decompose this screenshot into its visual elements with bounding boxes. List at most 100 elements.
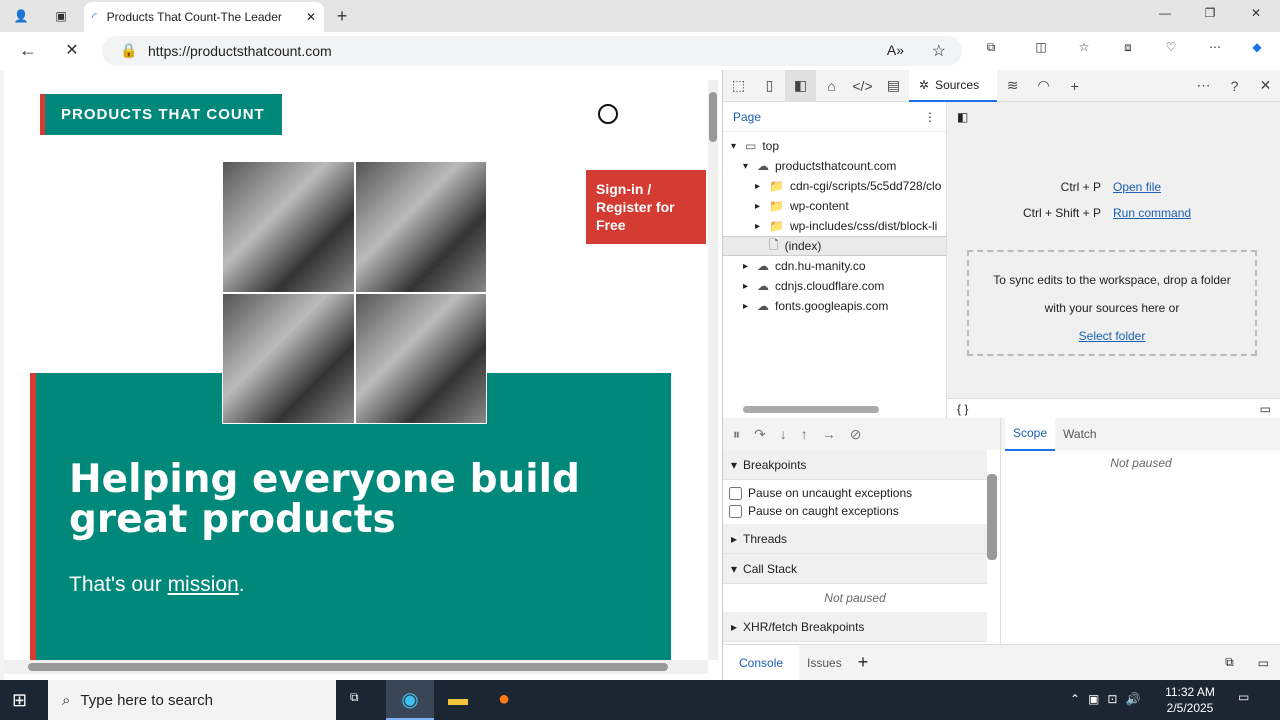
expand-arrow-icon[interactable]: ▸ bbox=[755, 181, 763, 192]
xhr-section[interactable]: ▸ XHR/fetch Breakpoints bbox=[723, 612, 987, 642]
welcome-home-icon[interactable]: ⌂ bbox=[816, 70, 847, 102]
select-folder-link[interactable]: Select folder bbox=[1079, 329, 1146, 343]
system-tray-icons[interactable]: ⌃▣⊡🔊 bbox=[1070, 692, 1148, 706]
tab-issues[interactable]: Issues bbox=[799, 656, 850, 670]
threads-section[interactable]: ▸ Threads bbox=[723, 524, 987, 554]
expand-arrow-icon[interactable]: ▾ bbox=[743, 161, 751, 172]
firefox-icon[interactable]: ● bbox=[498, 688, 510, 711]
tab-sources[interactable]: ✲ Sources bbox=[909, 69, 998, 102]
call-stack-section[interactable]: ▾ Call Stack bbox=[723, 554, 987, 584]
more-tools-icon[interactable]: + bbox=[1059, 70, 1090, 102]
file-explorer-icon[interactable]: ▬ bbox=[448, 688, 468, 711]
browser-tab[interactable]: ◜ Products That Count-The Leader ✕ bbox=[84, 2, 324, 32]
task-view-icon[interactable]: ⧉ bbox=[350, 690, 359, 705]
tree-item[interactable]: ▸ ☁ cdnjs.cloudflare.com bbox=[723, 276, 946, 296]
checkbox[interactable] bbox=[729, 486, 742, 500]
performance-icon[interactable]: ♡ bbox=[1160, 40, 1182, 54]
tree-item[interactable]: 🗋 (index) bbox=[723, 236, 946, 256]
tab-scope[interactable]: Scope bbox=[1005, 416, 1056, 451]
notifications-icon[interactable]: ▭ bbox=[1238, 690, 1249, 704]
new-tab-icon[interactable]: + bbox=[330, 4, 354, 28]
run-command-link[interactable]: Run command bbox=[1113, 206, 1191, 220]
collections-icon[interactable]: ⧈ bbox=[1117, 40, 1139, 55]
edge-taskbar-icon[interactable]: ◉ bbox=[386, 680, 434, 720]
add-tab-icon[interactable]: + bbox=[850, 652, 877, 673]
pause-caught-checkbox[interactable]: Pause on caught exceptions bbox=[729, 502, 981, 520]
horizontal-scrollbar[interactable] bbox=[4, 660, 708, 674]
undock-drawer-icon[interactable]: ⧉ bbox=[1213, 655, 1246, 670]
open-file-link[interactable]: Open file bbox=[1113, 180, 1161, 194]
expand-arrow-icon[interactable]: ▸ bbox=[755, 221, 763, 232]
pretty-print-icon[interactable]: { } bbox=[957, 402, 968, 416]
tab-page[interactable]: Page bbox=[733, 110, 761, 124]
editor-footer: { } ▭ bbox=[947, 398, 1280, 418]
split-icon[interactable]: ◫ bbox=[1030, 40, 1052, 54]
navigator-hscroll[interactable] bbox=[723, 402, 947, 416]
expand-arrow-icon[interactable] bbox=[755, 241, 763, 252]
back-icon[interactable]: ← bbox=[16, 40, 40, 61]
tree-item[interactable]: ▸ 📁 cdn-cgi/scripts/5c5dd728/clo bbox=[723, 176, 946, 196]
more-options-icon[interactable]: ⋮ bbox=[924, 110, 936, 124]
expand-arrow-icon[interactable]: ▸ bbox=[755, 201, 763, 212]
step-into-icon[interactable]: ↓ bbox=[780, 426, 787, 442]
expand-arrow-icon[interactable]: ▾ bbox=[731, 141, 739, 152]
close-devtools-icon[interactable]: ✕ bbox=[1250, 70, 1280, 102]
expand-arrow-icon[interactable]: ▸ bbox=[743, 281, 751, 292]
vertical-scrollbar[interactable] bbox=[708, 80, 718, 660]
tree-item[interactable]: ▾ ▭ top bbox=[723, 136, 946, 156]
clock[interactable]: 11:32 AM 2/5/2025 bbox=[1160, 684, 1220, 716]
favorites-icon[interactable]: ☆ bbox=[1073, 40, 1095, 54]
more-icon[interactable]: ⋯ bbox=[1204, 40, 1226, 54]
read-aloud-icon[interactable]: A» bbox=[887, 42, 904, 58]
taskbar-search[interactable]: ⌕ Type here to search bbox=[48, 680, 336, 720]
elements-icon[interactable]: </> bbox=[847, 70, 878, 102]
tab-actions-icon[interactable]: ▣ bbox=[50, 6, 72, 26]
site-logo[interactable]: PRODUCTS THAT COUNT bbox=[40, 94, 282, 135]
step-over-icon[interactable]: ↷ bbox=[754, 426, 766, 443]
search-icon[interactable] bbox=[598, 104, 618, 124]
tab-console[interactable]: Console bbox=[723, 644, 800, 681]
favorite-star-icon[interactable]: ☆ bbox=[932, 41, 946, 61]
step-out-icon[interactable]: ↑ bbox=[801, 426, 808, 442]
device-icon[interactable]: ▯ bbox=[754, 70, 785, 102]
minimize-icon[interactable]: — bbox=[1155, 6, 1175, 20]
signin-button[interactable]: Sign-in / Register for Free bbox=[586, 170, 706, 244]
customize-icon[interactable]: ⋯ bbox=[1188, 70, 1219, 102]
network-icon[interactable]: ≋ bbox=[997, 70, 1028, 102]
close-window-icon[interactable]: ✕ bbox=[1246, 6, 1266, 20]
tree-item[interactable]: ▸ ☁ fonts.googleapis.com bbox=[723, 296, 946, 316]
tree-item[interactable]: ▾ ☁ productsthatcount.com bbox=[723, 156, 946, 176]
address-bar[interactable]: 🔒 https://productsthatcount.com A» ☆ bbox=[102, 36, 962, 66]
drop-zone[interactable]: To sync edits to the workspace, drop a f… bbox=[967, 250, 1257, 356]
dock-icon[interactable]: ◧ bbox=[785, 69, 816, 102]
tree-label: (index) bbox=[784, 239, 822, 253]
expand-arrow-icon[interactable]: ▸ bbox=[743, 261, 751, 272]
restore-icon[interactable]: ❐ bbox=[1200, 6, 1220, 20]
profile-icon[interactable]: 👤 bbox=[10, 6, 32, 26]
step-icon[interactable]: → bbox=[822, 426, 836, 442]
coverage-icon[interactable]: ▭ bbox=[1260, 402, 1271, 416]
close-tab-icon[interactable]: ✕ bbox=[306, 10, 316, 24]
mission-link[interactable]: mission bbox=[168, 573, 239, 596]
inspect-icon[interactable]: ⬚ bbox=[723, 70, 754, 102]
tab-watch[interactable]: Watch bbox=[1055, 418, 1105, 450]
performance-icon[interactable]: ◠ bbox=[1028, 70, 1059, 102]
extensions-icon[interactable]: ⧉ bbox=[980, 40, 1002, 55]
expand-arrow-icon[interactable]: ▸ bbox=[743, 301, 751, 312]
collapse-drawer-icon[interactable]: ▭ bbox=[1246, 656, 1280, 670]
tree-item[interactable]: ▸ 📁 wp-includes/css/dist/block-li bbox=[723, 216, 946, 236]
pause-uncaught-checkbox[interactable]: Pause on uncaught exceptions bbox=[729, 484, 981, 502]
checkbox[interactable] bbox=[729, 504, 742, 518]
toggle-navigator-icon[interactable]: ◧ bbox=[957, 110, 968, 124]
deactivate-breakpoints-icon[interactable]: ⊘ bbox=[850, 426, 862, 443]
sidebar-scrollbar[interactable] bbox=[987, 456, 997, 636]
breakpoints-section[interactable]: ▾ Breakpoints bbox=[723, 450, 987, 480]
pause-icon[interactable]: ⏸ bbox=[733, 426, 740, 443]
tree-item[interactable]: ▸ 📁 wp-content bbox=[723, 196, 946, 216]
console-icon[interactable]: ▤ bbox=[878, 70, 909, 102]
windows-start-icon[interactable]: ⊞ bbox=[12, 690, 27, 711]
copilot-icon[interactable]: ◆ bbox=[1246, 40, 1268, 54]
help-icon[interactable]: ? bbox=[1219, 70, 1250, 102]
stop-icon[interactable]: ✕ bbox=[60, 40, 84, 60]
tree-item[interactable]: ▸ ☁ cdn.hu-manity.co bbox=[723, 256, 946, 276]
